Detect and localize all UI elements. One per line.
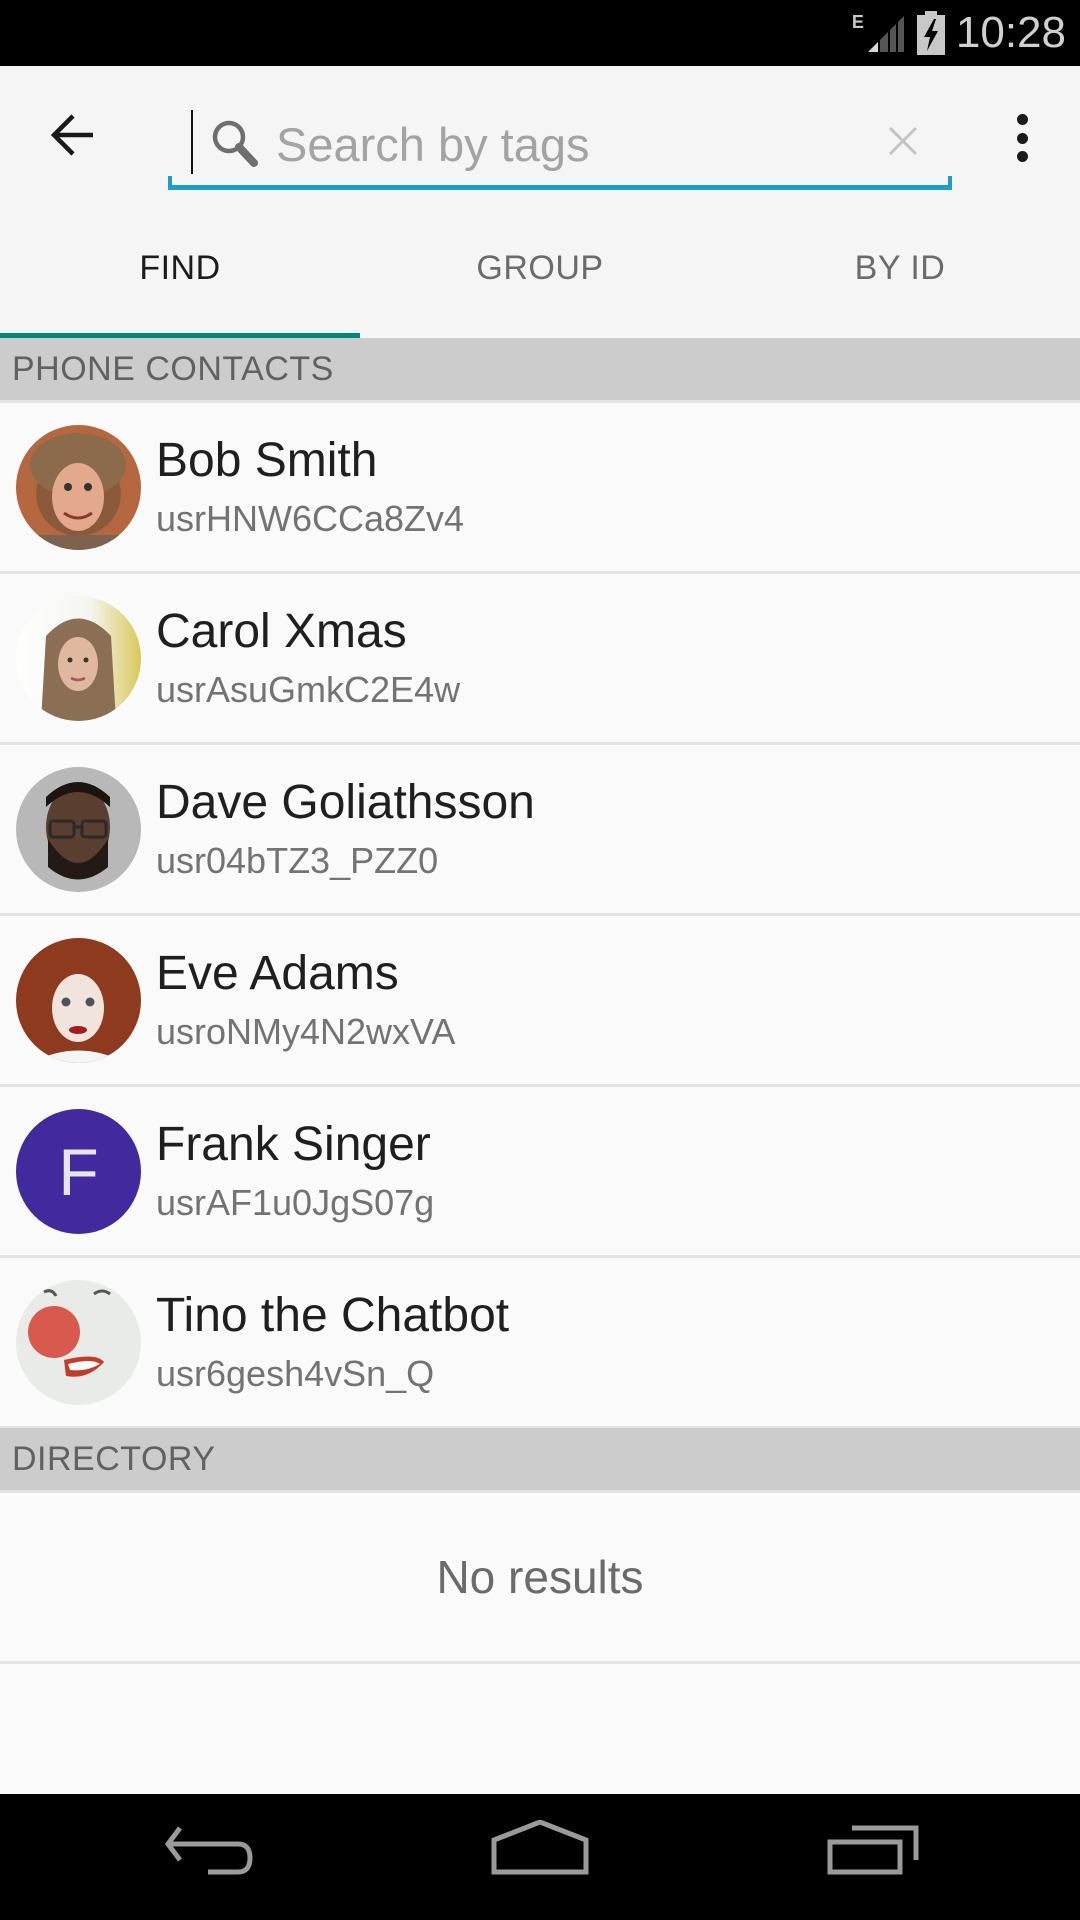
- nav-recent-apps-button[interactable]: [812, 1820, 932, 1890]
- contact-name: Frank Singer: [156, 1118, 431, 1171]
- search-underline: [168, 176, 952, 190]
- search-field: [168, 102, 952, 190]
- back-button[interactable]: [40, 110, 106, 160]
- avatar-letter: F: [58, 1134, 99, 1209]
- contact-name: Dave Goliathsson: [156, 776, 535, 829]
- contact-id: usr6gesh4vSn_Q: [156, 1353, 435, 1394]
- signal-icon: [867, 16, 904, 52]
- system-nav-bar: [0, 1794, 1080, 1920]
- contact-name: Eve Adams: [156, 947, 399, 1000]
- tab-by-id[interactable]: BY ID: [720, 206, 1080, 338]
- section-title: DIRECTORY: [12, 1439, 216, 1478]
- status-bar: E 10:28: [0, 0, 1080, 66]
- contact-id: usrHNW6CCa8Zv4: [156, 498, 465, 539]
- contact-id: usrAsuGmkC2E4w: [156, 669, 461, 710]
- tab-bar: FIND GROUP BY ID: [0, 206, 1080, 338]
- text-cursor: [191, 110, 193, 174]
- contact-name: Carol Xmas: [156, 605, 407, 658]
- no-results-text: No results: [436, 1551, 644, 1603]
- avatar-photo: [41, 618, 116, 721]
- contact-name: Bob Smith: [156, 434, 378, 487]
- overflow-menu-button[interactable]: [1000, 108, 1044, 168]
- avatar: [16, 425, 141, 550]
- contact-id: usr04bTZ3_PZZ0: [156, 840, 439, 881]
- contact-item[interactable]: Dave Goliathsson usr04bTZ3_PZZ0: [0, 745, 1080, 916]
- contact-item[interactable]: F Frank Singer usrAF1u0JgS07g: [0, 1087, 1080, 1258]
- tab-find[interactable]: FIND: [0, 206, 360, 338]
- tab-group[interactable]: GROUP: [360, 206, 720, 338]
- more-vert-icon: [1016, 114, 1028, 162]
- network-type-label: E: [851, 12, 864, 32]
- contact-name: Tino the Chatbot: [156, 1289, 510, 1342]
- avatar-photo: [30, 433, 126, 550]
- avatar: [16, 596, 141, 721]
- contact-list: Bob Smith usrHNW6CCa8Zv4 Carol Xmas usrA…: [0, 403, 1080, 1429]
- battery-charging-icon: [916, 11, 945, 55]
- search-input[interactable]: [276, 106, 836, 182]
- back-icon: [164, 1826, 253, 1875]
- contact-id: usrAF1u0JgS07g: [156, 1182, 435, 1223]
- directory-empty-state: No results: [0, 1493, 1080, 1664]
- nav-back-button[interactable]: [150, 1820, 270, 1890]
- clear-search-button[interactable]: [878, 116, 928, 166]
- home-icon: [491, 1819, 589, 1875]
- contact-item[interactable]: Tino the Chatbot usr6gesh4vSn_Q: [0, 1258, 1080, 1429]
- contact-item[interactable]: Bob Smith usrHNW6CCa8Zv4: [0, 403, 1080, 574]
- contact-item[interactable]: Carol Xmas usrAsuGmkC2E4w: [0, 574, 1080, 745]
- recent-apps-icon: [827, 1825, 919, 1875]
- avatar: [16, 1280, 141, 1405]
- contact-id: usroNMy4N2wxVA: [156, 1011, 456, 1052]
- status-time: 10:28: [955, 8, 1066, 57]
- section-header-directory: DIRECTORY: [0, 1428, 1080, 1493]
- contact-item[interactable]: Eve Adams usroNMy4N2wxVA: [0, 916, 1080, 1087]
- avatar-photo: [31, 974, 126, 1063]
- search-icon: [212, 120, 258, 167]
- section-header-phone-contacts: PHONE CONTACTS: [0, 338, 1080, 403]
- avatar: [16, 767, 141, 892]
- app-bar: [0, 66, 1080, 206]
- section-title: PHONE CONTACTS: [12, 349, 334, 388]
- avatar: F: [16, 1109, 141, 1234]
- arrow-left-icon: [50, 114, 93, 156]
- nav-home-button[interactable]: [480, 1819, 600, 1890]
- avatar-photo: [46, 782, 110, 880]
- avatar: [16, 938, 141, 1063]
- avatar-photo: [28, 1289, 111, 1377]
- close-icon: [888, 126, 918, 156]
